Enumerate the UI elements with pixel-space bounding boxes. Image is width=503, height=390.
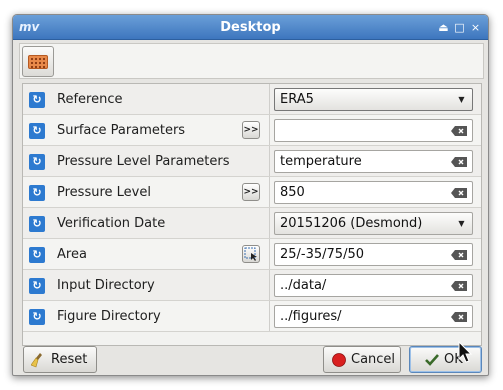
param-label: Figure Directory	[57, 309, 161, 324]
area-input[interactable]: 25/-35/75/50	[274, 243, 473, 266]
dropdown-arrow-icon: ▼	[458, 95, 465, 104]
reset-param-icon[interactable]: ↻	[29, 123, 45, 139]
cancel-button[interactable]: Cancel	[323, 346, 401, 373]
param-label: Reference	[57, 92, 123, 107]
close-button[interactable]: ×	[469, 21, 482, 34]
param-row-area: ↻ Area 25/-35/75/50	[23, 239, 481, 270]
param-label: Area	[57, 247, 87, 262]
shade-button[interactable]: ⏏	[437, 21, 450, 34]
param-row-pressure-level-parameters: ↻ Pressure Level Parameters temperature	[23, 146, 481, 177]
clear-icon[interactable]	[451, 188, 467, 198]
param-row-pressure-level: ↻ Pressure Level >> 850	[23, 177, 481, 208]
data-grid-button[interactable]	[22, 46, 54, 77]
clear-icon[interactable]	[451, 126, 467, 136]
broom-icon	[31, 353, 42, 368]
dialog-window: mv Desktop ⏏ □ × ↻ Reference ERA5 ▼ ↻ Su…	[12, 14, 489, 376]
toolbar	[19, 43, 484, 79]
reset-param-icon[interactable]: ↻	[29, 185, 45, 201]
param-row-surface-parameters: ↻ Surface Parameters >>	[23, 115, 481, 146]
param-label: Surface Parameters	[57, 123, 186, 138]
clear-icon[interactable]	[451, 250, 467, 260]
param-label: Input Directory	[57, 278, 155, 293]
param-label: Verification Date	[57, 216, 166, 231]
mouse-cursor-icon	[458, 341, 473, 363]
clear-icon[interactable]	[451, 281, 467, 291]
figure-directory-input[interactable]: ../figures/	[274, 305, 473, 328]
stop-icon	[332, 353, 346, 367]
param-label: Pressure Level	[57, 185, 151, 200]
reset-param-icon[interactable]: ↻	[29, 278, 45, 294]
maximize-button[interactable]: □	[453, 21, 466, 34]
param-label: Pressure Level Parameters	[57, 154, 230, 169]
reset-param-icon[interactable]: ↻	[29, 154, 45, 170]
window-title: Desktop	[220, 20, 281, 35]
pressure-level-parameters-input[interactable]: temperature	[274, 150, 473, 173]
reset-param-icon[interactable]: ↻	[29, 309, 45, 325]
check-icon	[425, 354, 439, 366]
parameter-panel: ↻ Reference ERA5 ▼ ↻ Surface Parameters …	[22, 83, 482, 346]
pressure-level-input[interactable]: 850	[274, 181, 473, 204]
clear-icon[interactable]	[451, 312, 467, 322]
reset-button[interactable]: Reset	[23, 346, 97, 373]
reset-param-icon[interactable]: ↻	[29, 216, 45, 232]
verification-date-combo[interactable]: 20151206 (Desmond) ▼	[274, 212, 473, 235]
param-row-verification-date: ↻ Verification Date 20151206 (Desmond) ▼	[23, 208, 481, 239]
grid-icon	[28, 55, 48, 69]
param-row-input-directory: ↻ Input Directory ../data/	[23, 270, 481, 301]
reference-combo[interactable]: ERA5 ▼	[274, 88, 473, 111]
helper-expand-button[interactable]: >>	[242, 183, 260, 201]
surface-parameters-input[interactable]	[274, 119, 473, 142]
input-directory-input[interactable]: ../data/	[274, 274, 473, 297]
reset-param-icon[interactable]: ↻	[29, 247, 45, 263]
area-picker-icon[interactable]	[242, 245, 260, 263]
dropdown-arrow-icon: ▼	[458, 219, 465, 228]
title-bar[interactable]: mv Desktop ⏏ □ ×	[13, 15, 488, 40]
reset-param-icon[interactable]: ↻	[29, 92, 45, 108]
clear-icon[interactable]	[451, 157, 467, 167]
helper-expand-button[interactable]: >>	[242, 121, 260, 139]
param-row-reference: ↻ Reference ERA5 ▼	[23, 84, 481, 115]
param-row-figure-directory: ↻ Figure Directory ../figures/	[23, 301, 481, 332]
